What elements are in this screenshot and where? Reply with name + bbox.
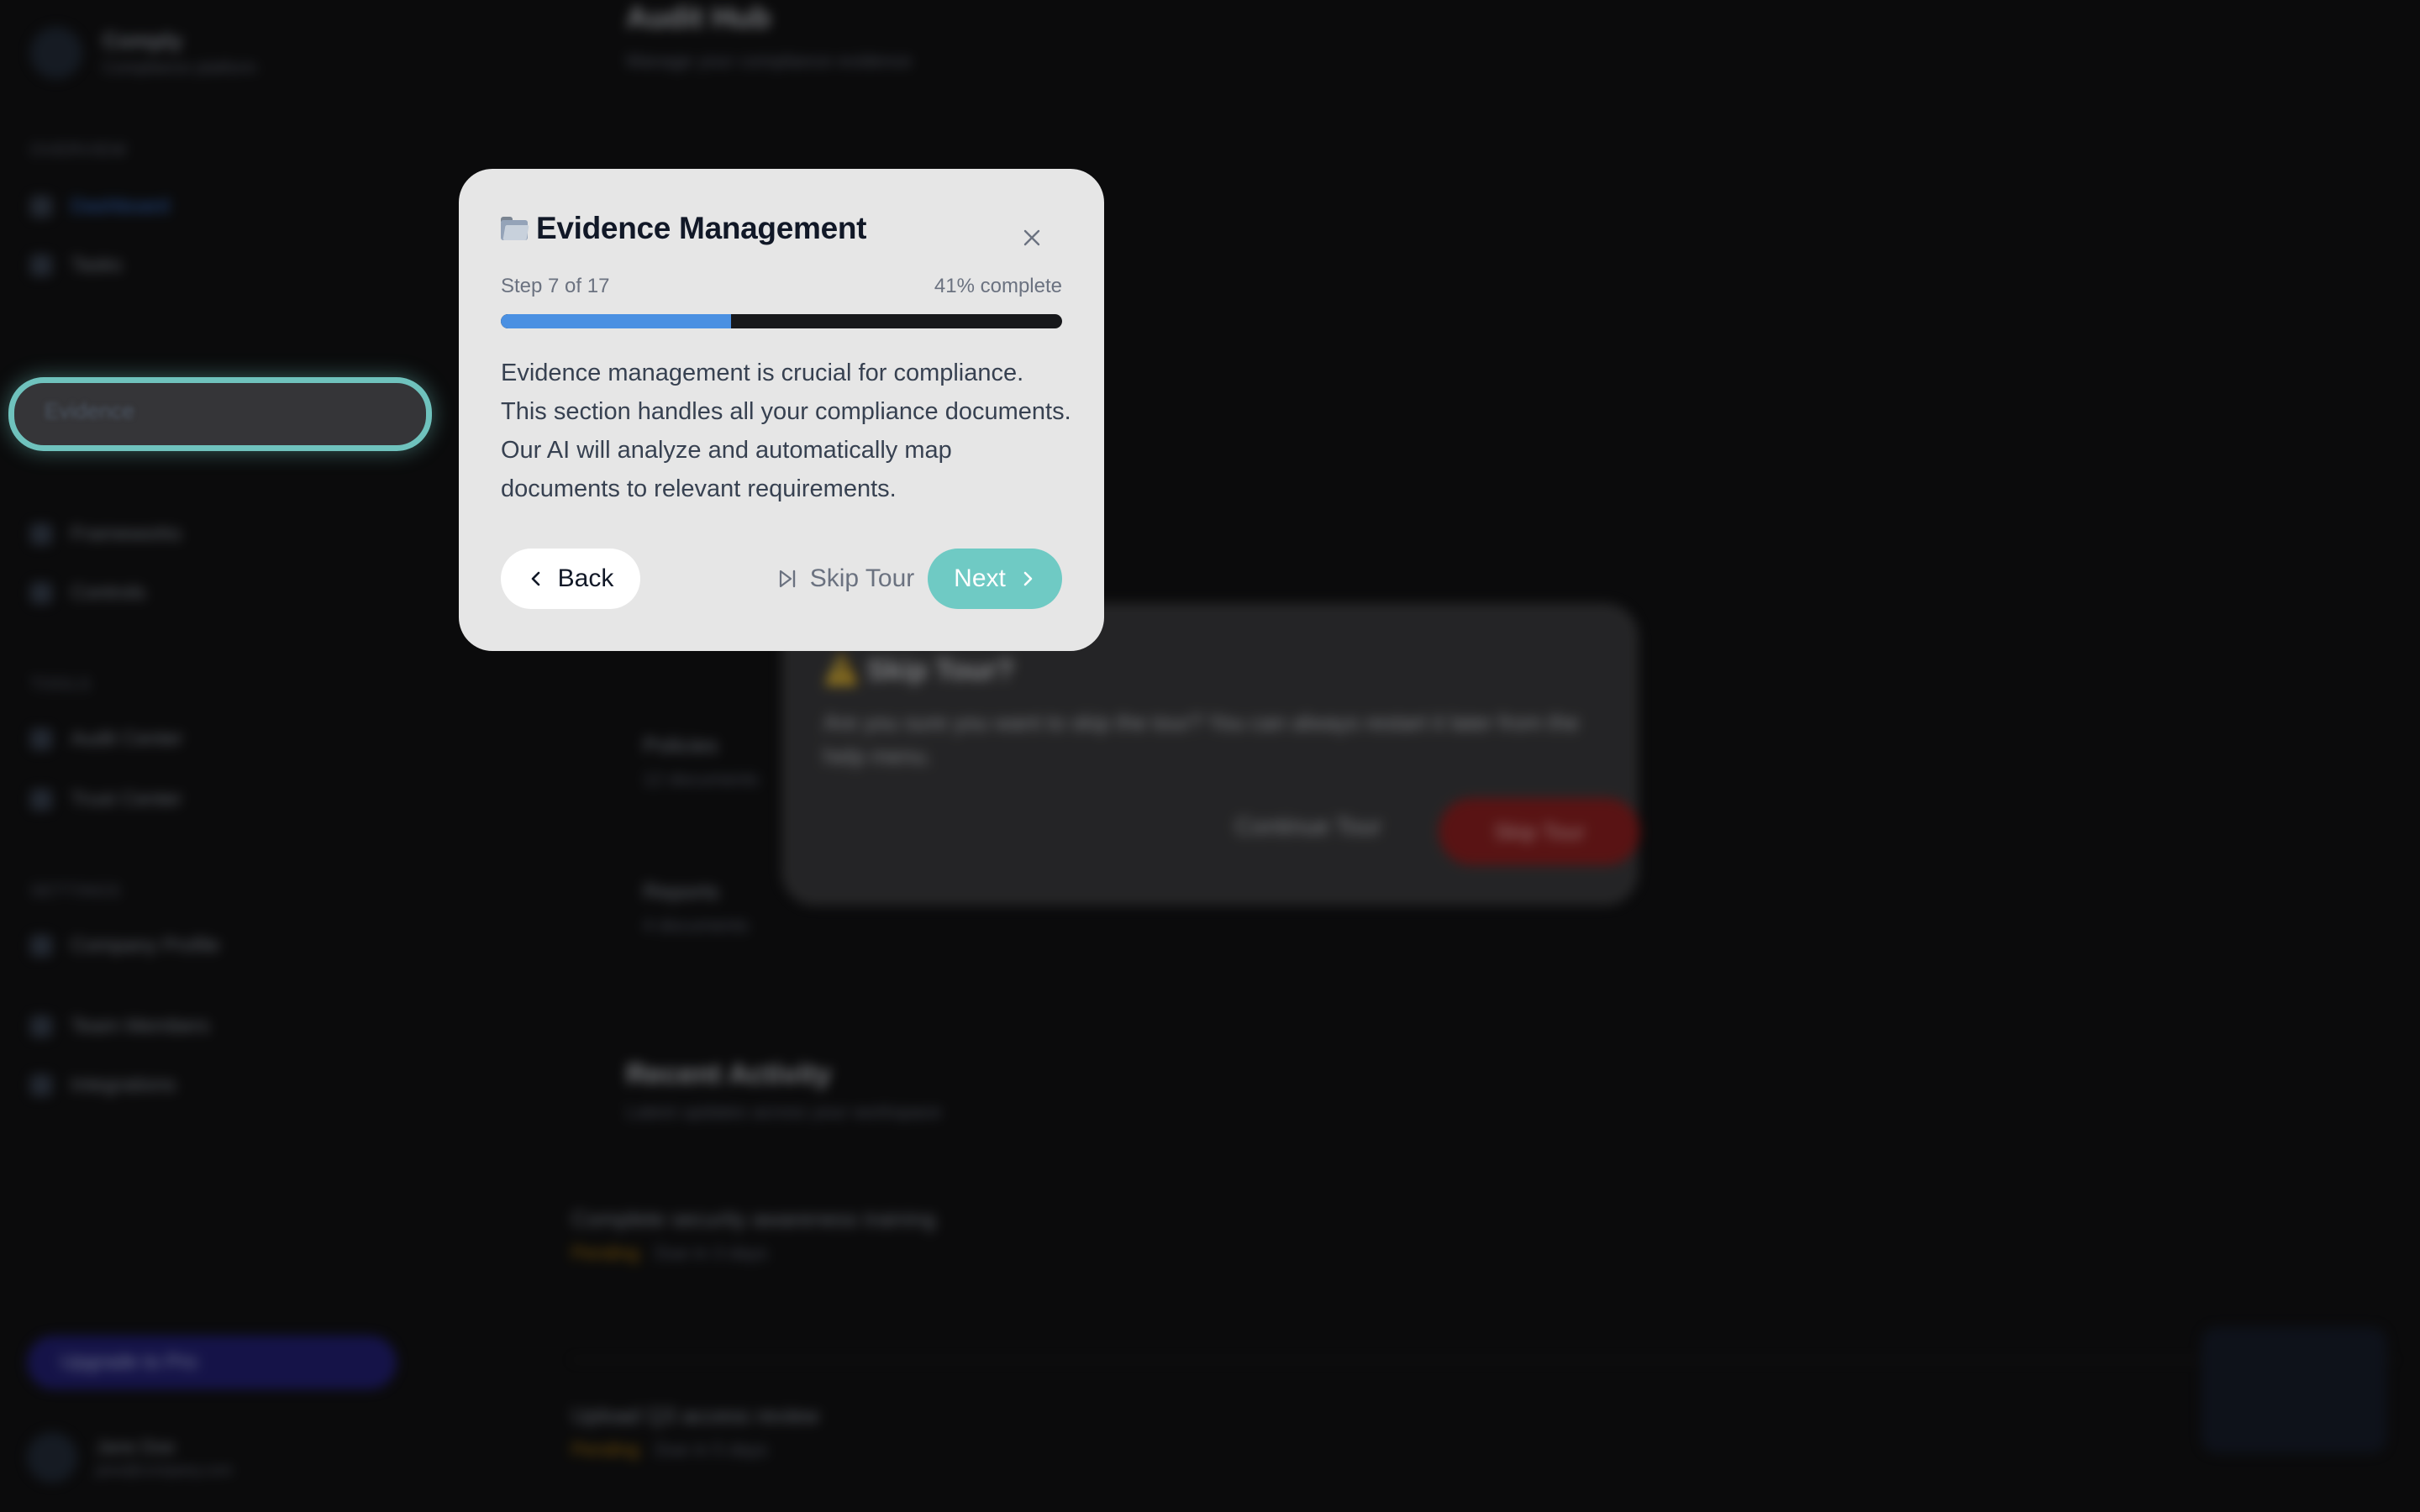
team-icon: [30, 1016, 52, 1037]
brand: Comply Compliance platform: [30, 27, 256, 79]
integrations-icon: [30, 1074, 52, 1096]
sidebar-item-dashboard[interactable]: Dashboard: [30, 195, 169, 218]
help-widget[interactable]: [2202, 1327, 2386, 1453]
close-button[interactable]: [1013, 219, 1050, 256]
sidebar-item-frameworks[interactable]: Frameworks: [30, 522, 182, 546]
next-button[interactable]: Next: [928, 549, 1062, 609]
modal-title: Evidence Management: [536, 211, 867, 245]
progress-meta: Step 7 of 17 41% complete: [501, 275, 1062, 298]
nav-section-overview: OVERVIEW: [30, 141, 128, 160]
section-title: Recent Activity: [626, 1058, 832, 1090]
list-item[interactable]: Policies 12 documents: [643, 732, 759, 790]
back-button[interactable]: Back: [501, 549, 640, 609]
dashboard-icon: [30, 196, 52, 218]
list-item[interactable]: Reports 4 documents: [643, 879, 749, 937]
tasks-icon: [30, 255, 52, 276]
activity-item[interactable]: Upload Q3 access review Pending Due in 5…: [571, 1403, 819, 1461]
modal-header: Evidence Management: [501, 211, 867, 246]
tour-highlight-evidence[interactable]: Evidence: [8, 377, 432, 451]
page-header: Audit Hub Manage your compliance evidenc…: [626, 0, 912, 72]
chevron-right-icon: [1023, 571, 1033, 586]
percent-label: 41% complete: [934, 275, 1062, 297]
sidebar-item-evidence: Evidence: [45, 398, 134, 423]
trust-icon: [30, 789, 52, 811]
user-email: jane@company.com: [96, 1461, 234, 1478]
brand-name: Comply: [103, 28, 183, 53]
skip-dialog-text: Are you sure you want to skip the tour? …: [823, 710, 1579, 769]
folder-icon: [501, 217, 529, 240]
divider: [571, 1359, 2395, 1361]
back-label: Back: [557, 564, 614, 592]
sidebar-item-team-members[interactable]: Team Members: [30, 1015, 209, 1038]
close-icon: [1023, 229, 1040, 246]
confirm-skip-button[interactable]: Skip Tour: [1439, 798, 1640, 865]
brand-subtitle: Compliance platform: [103, 59, 257, 77]
sidebar-item-audit-center[interactable]: Audit Center: [30, 727, 182, 751]
continue-tour-button[interactable]: Continue Tour: [1235, 813, 1381, 840]
progress-fill: [501, 314, 731, 328]
step-label: Step 7 of 17: [501, 275, 610, 297]
sidebar-item-tasks[interactable]: Tasks: [30, 254, 122, 277]
sidebar: Comply Compliance platform OVERVIEW Dash…: [0, 0, 437, 1512]
warning-icon: ⚠️: [823, 654, 860, 686]
page-title: Audit Hub: [626, 0, 771, 34]
sidebar-item-controls[interactable]: Controls: [30, 581, 145, 605]
section-subtitle: Latest updates across your workspace: [626, 1101, 942, 1122]
sidebar-item-integrations[interactable]: Integrations: [30, 1074, 176, 1097]
user-name: Jane Doe: [96, 1436, 176, 1457]
brand-logo: [30, 27, 82, 79]
activity-item[interactable]: Complete security awareness training Pen…: [571, 1206, 936, 1264]
skip-tour-button[interactable]: Skip Tour: [744, 549, 946, 609]
skip-dialog-title: ⚠️ Skip Tour?: [823, 654, 1014, 686]
user-profile[interactable]: Jane Doe jane@company.com: [27, 1432, 233, 1483]
next-label: Next: [954, 564, 1006, 592]
app-background: Comply Compliance platform OVERVIEW Dash…: [0, 0, 2420, 1512]
upgrade-button[interactable]: Upgrade to Pro: [27, 1336, 397, 1389]
nav-section-tools: TOOLS: [30, 675, 92, 694]
progress-bar: [501, 314, 1062, 328]
frameworks-icon: [30, 523, 52, 545]
company-icon: [30, 935, 52, 957]
audit-icon: [30, 728, 52, 750]
tour-modal: Evidence Management Step 7 of 17 41% com…: [459, 169, 1104, 651]
modal-description: Evidence management is crucial for compl…: [501, 360, 1071, 502]
skip-tour-label: Skip Tour: [809, 564, 915, 592]
sidebar-item-trust-center[interactable]: Trust Center: [30, 788, 182, 811]
sidebar-item-company-profile[interactable]: Company Profile: [30, 934, 219, 958]
page-subtitle: Manage your compliance evidence: [626, 50, 912, 71]
avatar: [27, 1432, 77, 1483]
section-header: Recent Activity Latest updates across yo…: [626, 1058, 941, 1123]
skip-forward-icon: [779, 570, 795, 588]
controls-icon: [30, 582, 52, 604]
chevron-left-icon: [531, 571, 539, 586]
nav-section-settings: SETTINGS: [30, 882, 122, 900]
